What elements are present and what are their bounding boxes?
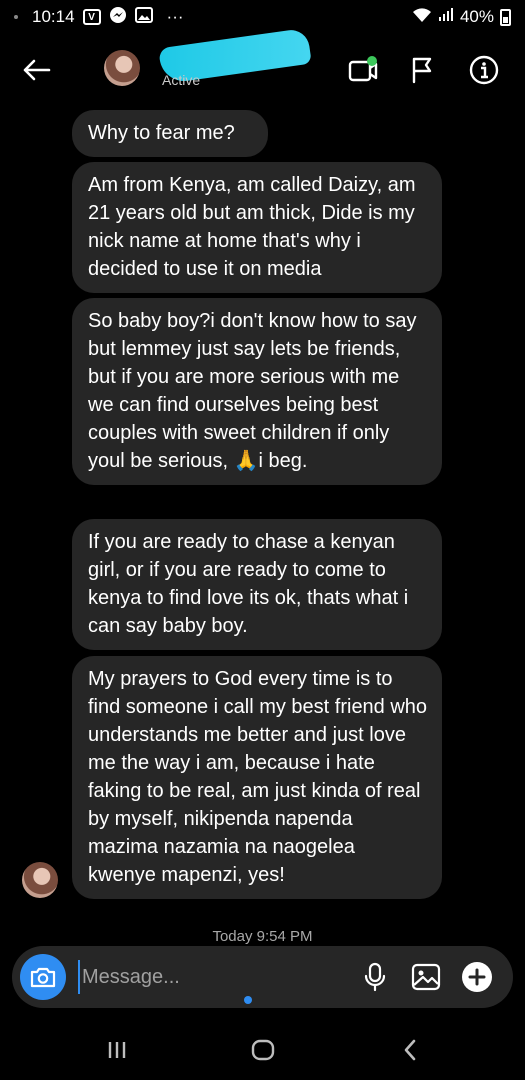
info-button[interactable] bbox=[466, 52, 502, 88]
arrow-left-icon bbox=[23, 59, 51, 81]
message-bubble[interactable]: So baby boy?i don't know how to say but … bbox=[72, 298, 442, 485]
flag-icon bbox=[412, 57, 432, 84]
battery-icon bbox=[500, 8, 511, 26]
video-call-button[interactable] bbox=[345, 52, 381, 88]
typing-indicator-dot bbox=[244, 996, 252, 1004]
messenger-icon bbox=[109, 6, 127, 29]
chevron-left-icon bbox=[404, 1039, 416, 1061]
message-bubble[interactable]: If you are ready to chase a kenyan girl,… bbox=[72, 519, 442, 650]
microphone-icon bbox=[364, 962, 386, 992]
message-bubble[interactable]: Am from Kenya, am called Daizy, am 21 ye… bbox=[72, 162, 442, 293]
status-time: 10:14 bbox=[32, 7, 75, 26]
image-icon bbox=[411, 963, 441, 991]
chat-header: Active bbox=[0, 27, 525, 102]
message-timestamp: Today 9:54 PM bbox=[212, 928, 313, 945]
message-composer bbox=[12, 946, 513, 1008]
status-dot bbox=[14, 15, 18, 19]
message-bubble[interactable]: Why to fear me? bbox=[72, 110, 268, 157]
more-options-button[interactable] bbox=[459, 959, 495, 995]
message-input[interactable] bbox=[78, 960, 348, 994]
active-status: Active bbox=[162, 72, 201, 88]
status-overflow: ··· bbox=[166, 7, 184, 26]
home-button[interactable] bbox=[243, 1034, 283, 1066]
system-navigation-bar bbox=[0, 1020, 525, 1080]
system-back-button[interactable] bbox=[390, 1034, 430, 1066]
camera-icon bbox=[30, 967, 56, 988]
sender-avatar[interactable] bbox=[22, 862, 58, 898]
video-camera-icon bbox=[348, 56, 378, 82]
status-right: 40% bbox=[412, 7, 511, 28]
status-bar: 10:14 V ··· 40% bbox=[0, 0, 525, 34]
recent-apps-button[interactable] bbox=[97, 1034, 137, 1066]
recents-icon bbox=[108, 1042, 126, 1058]
contact-avatar[interactable] bbox=[104, 50, 140, 86]
battery-percent: 40% bbox=[459, 7, 494, 26]
home-icon bbox=[251, 1039, 275, 1061]
report-button[interactable] bbox=[404, 52, 440, 88]
camera-button[interactable] bbox=[20, 954, 66, 1000]
gallery-button[interactable] bbox=[408, 959, 444, 995]
plus-circle-icon bbox=[462, 962, 492, 992]
info-icon bbox=[469, 55, 499, 85]
wifi-icon bbox=[412, 7, 432, 28]
back-button[interactable] bbox=[18, 52, 54, 88]
vpn-icon: V bbox=[82, 9, 101, 25]
message-bubble[interactable]: My prayers to God every time is to find … bbox=[72, 656, 442, 899]
voice-message-button[interactable] bbox=[357, 959, 393, 995]
status-left: 10:14 V ··· bbox=[14, 6, 184, 29]
signal-icon bbox=[438, 7, 454, 27]
gallery-notification-icon bbox=[134, 6, 153, 28]
